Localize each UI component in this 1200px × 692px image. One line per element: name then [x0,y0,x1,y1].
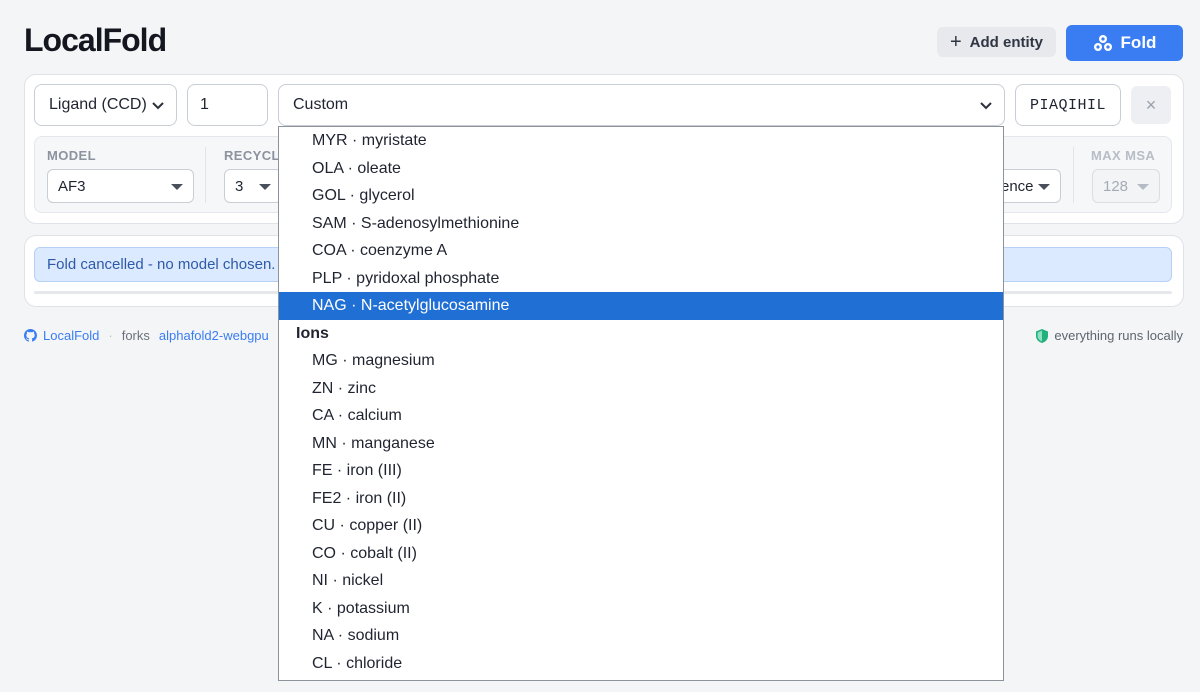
model-label: MODEL [47,148,96,163]
ccd-select-value: Custom [293,96,349,113]
options-divider [205,147,206,203]
app-title: LocalFold [24,22,167,58]
options-divider [1073,147,1074,203]
dropdown-option[interactable]: COA · coenzyme A [279,237,1003,265]
footer-right: everything runs locally [1036,328,1183,343]
dropdown-option[interactable]: K · potassium [279,595,1003,623]
ccd-select[interactable]: Custom [278,84,1005,126]
forks-label: forks [121,328,150,343]
entity-type-select[interactable]: Ligand (CCD) [34,84,177,126]
add-entity-button[interactable]: + Add entity [937,27,1056,57]
dropdown-option[interactable]: ZN · zinc [279,375,1003,403]
dropdown-option[interactable]: PLP · pyridoxal phosphate [279,265,1003,293]
recycles-label: RECYCL [224,148,280,163]
repo-link[interactable]: LocalFold [43,328,99,343]
model-select[interactable]: AF3 [47,169,194,203]
dropdown-option[interactable]: FE · iron (III) [279,457,1003,485]
dropdown-option[interactable]: CA · calcium [279,402,1003,430]
caret-down-icon [1137,184,1149,190]
entity-type-value: Ligand (CCD) [49,96,147,113]
shield-icon [1036,328,1049,343]
dropdown-group-label: Ions [296,324,329,342]
caret-down-icon [1038,184,1050,190]
chevron-down-icon [152,102,164,110]
fork-link[interactable]: alphafold2-webgpu [159,328,269,343]
caret-down-icon [259,184,271,190]
fold-label: Fold [1120,33,1157,52]
copies-value: 1 [200,96,209,113]
plus-icon: + [949,31,962,53]
fold-button[interactable]: Fold [1066,25,1183,61]
dropdown-option[interactable]: OLA · oleate [279,155,1003,183]
dropdown-option[interactable]: SAM · S-adenosylmethionine [279,210,1003,238]
dropdown-option[interactable]: FE2 · iron (II) [279,485,1003,513]
close-icon: × [1145,94,1157,115]
dropdown-option[interactable]: MYR · myristate [279,127,1003,155]
ccd-code-input[interactable]: PIAQIHIL [1015,84,1121,126]
dropdown-option[interactable]: CL · chloride [279,650,1003,678]
add-entity-label: Add entity [969,33,1044,51]
recycles-value: 3 [235,177,244,195]
dropdown-option[interactable]: CU · copper (II) [279,512,1003,540]
dropdown-option[interactable]: MG · magnesium [279,347,1003,375]
github-icon [24,329,37,342]
dropdown-option[interactable]: NI · nickel [279,567,1003,595]
footer-left: LocalFold · forks alphafold2-webgpu [24,328,269,343]
footer-separator: · [108,328,113,343]
ccd-code-value: PIAQIHIL [1030,96,1107,114]
caret-down-icon [171,184,183,190]
recycles-select[interactable]: 3 [224,169,282,203]
local-note: everything runs locally [1054,328,1183,343]
dropdown-option[interactable]: MN · manganese [279,430,1003,458]
max-msa-select[interactable]: 128 [1092,169,1160,203]
dropdown-option-selected[interactable]: NAG · N-acetylglucosamine [279,292,1003,320]
remove-entity-button[interactable]: × [1131,86,1171,124]
copies-input[interactable]: 1 [187,84,268,126]
ccd-dropdown-list[interactable]: MYR · myristate OLA · oleate GOL · glyce… [278,126,1004,681]
dropdown-option[interactable]: GOL · glycerol [279,182,1003,210]
max-msa-value: 128 [1103,177,1129,195]
msa-mode-value: ence [1001,177,1034,195]
dropdown-option[interactable]: NA · sodium [279,622,1003,650]
molecule-icon [1093,35,1112,51]
dropdown-option[interactable]: CO · cobalt (II) [279,540,1003,568]
chevron-down-icon [980,102,992,110]
max-msa-label: MAX MSA [1091,148,1156,163]
model-value: AF3 [58,177,86,195]
